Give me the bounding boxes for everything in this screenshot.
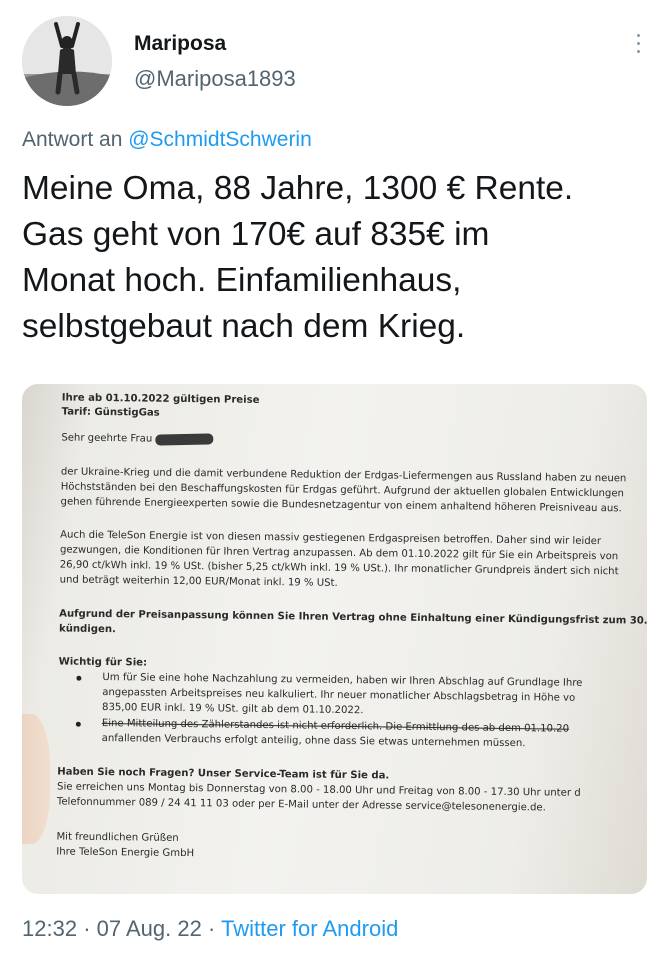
letter-salutation: Sehr geehrte Frau bbox=[61, 430, 214, 447]
reply-context: Antwort an @SchmidtSchwerin bbox=[22, 128, 312, 152]
letter-line: und beträgt weiterhin 12,00 EUR/Monat in… bbox=[59, 574, 338, 589]
tweet-date[interactable]: 07 Aug. 22 bbox=[97, 916, 202, 941]
letter-document: Ihre ab 01.10.2022 gültigen Preise Tarif… bbox=[22, 384, 647, 894]
letter-line: kündigen. bbox=[58, 623, 116, 636]
meta-separator: · bbox=[207, 916, 216, 941]
profile-photo-icon bbox=[22, 16, 112, 106]
salutation-text: Sehr geehrte Frau bbox=[61, 432, 153, 445]
reply-prefix: Antwort an bbox=[22, 128, 123, 151]
redaction-mark bbox=[155, 432, 214, 446]
tweet-text-line: selbstgebaut nach dem Krieg. bbox=[22, 308, 466, 345]
tweet-header: Mariposa @Mariposa1893 bbox=[22, 16, 642, 106]
tweet-source-link[interactable]: Twitter for Android bbox=[221, 916, 398, 941]
meta-separator: · bbox=[83, 916, 91, 941]
letter-line: Aufgrund der Preisanpassung können Sie I… bbox=[59, 608, 647, 628]
tweet-text: Meine Oma, 88 Jahre, 1300 € Rente. Gas g… bbox=[22, 166, 647, 350]
tweet-text-line: Monat hoch. Einfamilienhaus, bbox=[22, 262, 462, 299]
author-handle[interactable]: @Mariposa1893 bbox=[134, 66, 296, 92]
avatar[interactable] bbox=[22, 16, 112, 106]
tweet-metadata: 12:32 · 07 Aug. 22 · Twitter for Android bbox=[22, 916, 398, 942]
attached-photo[interactable]: Ihre ab 01.10.2022 gültigen Preise Tarif… bbox=[22, 384, 647, 894]
tweet-time[interactable]: 12:32 bbox=[22, 916, 77, 941]
bullet-dot bbox=[76, 675, 82, 681]
tweet-text-line: Meine Oma, 88 Jahre, 1300 € Rente. bbox=[22, 170, 574, 207]
more-options-icon[interactable] bbox=[634, 34, 642, 60]
letter-important-heading: Wichtig für Sie: bbox=[58, 656, 148, 669]
author-name[interactable]: Mariposa bbox=[134, 32, 226, 56]
reply-mention-link[interactable]: @SchmidtSchwerin bbox=[128, 128, 312, 151]
letter-signature: Ihre TeleSon Energie GmbH bbox=[56, 846, 195, 860]
tweet-text-line: Gas geht von 170€ auf 835€ im bbox=[22, 216, 490, 253]
letter-tariff: Tarif: GünstigGas bbox=[61, 406, 160, 419]
finger-holding-paper bbox=[22, 714, 50, 844]
bullet-dot bbox=[75, 721, 81, 727]
